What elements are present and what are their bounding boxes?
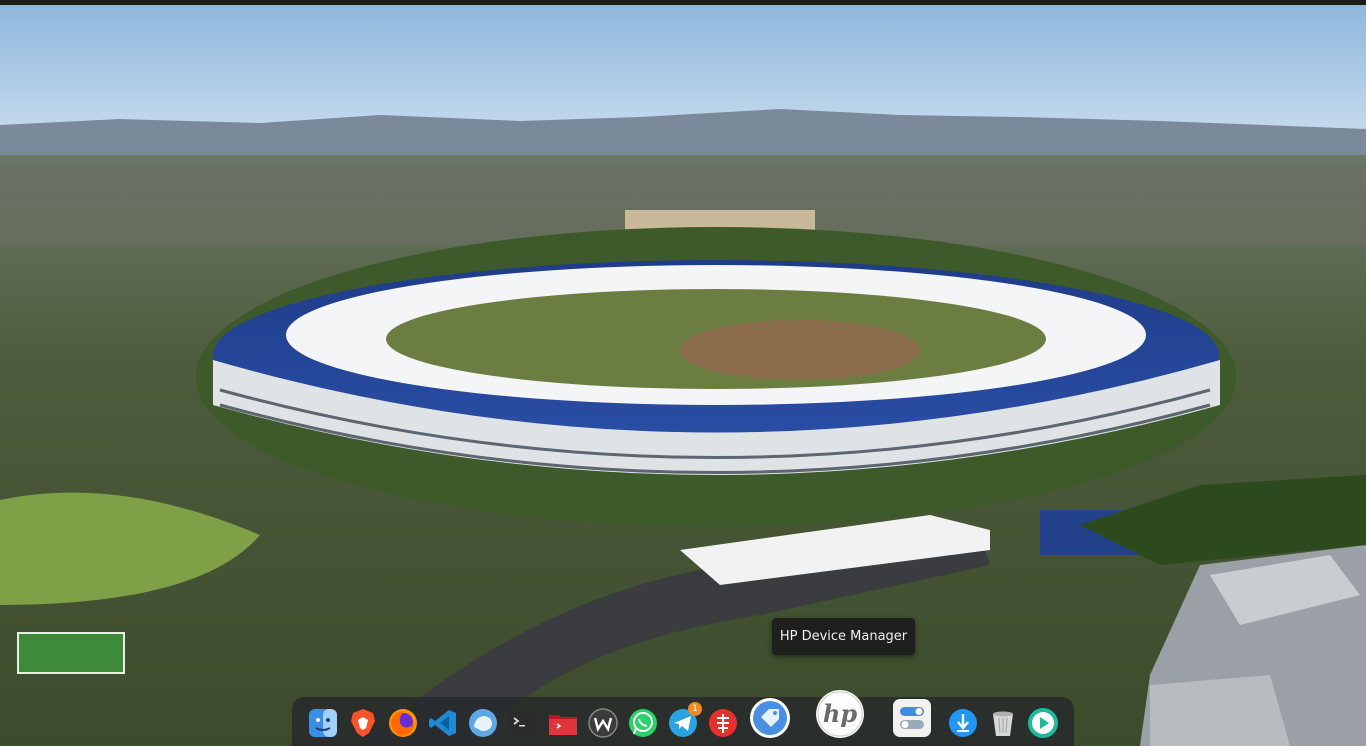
terminal-icon[interactable]	[507, 707, 539, 739]
telegram-badge: 1	[688, 702, 702, 716]
messenger-icon[interactable]	[467, 707, 499, 739]
telegram-icon[interactable]: 1	[667, 702, 702, 739]
trash-icon[interactable]	[987, 707, 1019, 739]
whatsapp-icon[interactable]	[627, 707, 659, 739]
dock: 1 hp	[292, 690, 1074, 746]
brave-browser-icon[interactable]	[347, 707, 379, 739]
settings-toggle-icon[interactable]	[891, 697, 933, 739]
download-icon[interactable]	[947, 707, 979, 739]
desktop: HP Device Manager 1 hp	[0, 0, 1366, 746]
folder-red-icon[interactable]	[547, 707, 579, 739]
finder-icon[interactable]	[307, 707, 339, 739]
vscode-icon[interactable]	[427, 707, 459, 739]
tag-icon[interactable]	[749, 697, 791, 739]
wallpaper-image	[0, 5, 1366, 746]
dock-tooltip: HP Device Manager	[772, 618, 915, 655]
winstep-icon[interactable]	[587, 707, 619, 739]
media-player-icon[interactable]	[1027, 707, 1059, 739]
anydesk-icon[interactable]	[707, 707, 739, 739]
hp-device-manager-icon[interactable]: hp	[815, 689, 865, 739]
firefox-icon[interactable]	[387, 707, 419, 739]
hp-logo-text: hp	[823, 699, 857, 728]
